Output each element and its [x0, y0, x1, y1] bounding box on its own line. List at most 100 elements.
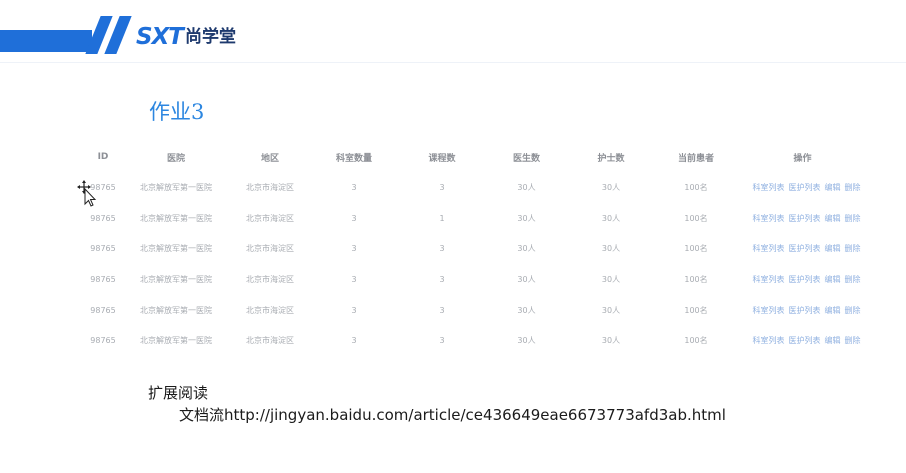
column-header-department-count: 科室数量 — [335, 153, 372, 164]
cell-course-count: 1 — [439, 213, 445, 223]
cell-doctor-count: 30人 — [517, 244, 536, 254]
cell-hospital-link[interactable]: 北京解放军第一医院 — [120, 325, 232, 356]
delete-link[interactable]: 删除 — [845, 214, 861, 223]
column-header-region: 地区 — [260, 153, 279, 164]
cell-hospital-link[interactable]: 北京解放军第一医院 — [120, 203, 232, 234]
cell-id: 98765 — [90, 305, 116, 315]
delete-link[interactable]: 删除 — [845, 336, 861, 345]
header-divider — [0, 62, 906, 63]
cell-actions: 科室列表 医护列表 编辑 删除 — [739, 233, 866, 264]
page-title: 作业3 — [149, 100, 205, 124]
column-header-actions: 操作 — [793, 153, 812, 164]
cell-region: 北京市海淀区 — [246, 305, 294, 315]
cell-region: 北京市海淀区 — [246, 182, 294, 192]
hospital-table: ID 医院 地区 科室数量 课程数 医生数 护士数 当前患者 操作 98765 … — [86, 142, 866, 356]
column-header-nurse-count: 护士数 — [597, 153, 625, 164]
cell-nurse-count: 30人 — [601, 305, 621, 315]
department-list-link[interactable]: 科室列表 — [753, 275, 785, 284]
cell-id: 98765 — [90, 336, 116, 346]
delete-link[interactable]: 删除 — [845, 275, 861, 284]
cell-department-count: 3 — [351, 274, 357, 284]
staff-list-link[interactable]: 医护列表 — [789, 214, 821, 223]
table-header-row: ID 医院 地区 科室数量 课程数 医生数 护士数 当前患者 操作 — [86, 142, 866, 172]
cell-department-count: 3 — [351, 213, 357, 223]
department-list-link[interactable]: 科室列表 — [753, 214, 785, 223]
cell-nurse-count: 30人 — [601, 182, 621, 192]
cell-hospital-link[interactable]: 北京解放军第一医院 — [120, 172, 232, 203]
logo-text: 尚学堂 — [185, 27, 236, 47]
staff-list-link[interactable]: 医护列表 — [789, 336, 821, 345]
column-header-hospital: 医院 — [166, 153, 185, 164]
cell-current-patients: 100名 — [684, 336, 708, 346]
cell-nurse-count: 30人 — [601, 244, 621, 254]
table-row: 98765 北京解放军第一医院 北京市海淀区 3 3 30人 30人 100名 … — [86, 172, 866, 203]
extended-reading-prefix: 文档流 — [179, 406, 225, 424]
cell-hospital-link[interactable]: 北京解放军第一医院 — [120, 295, 232, 326]
cell-actions: 科室列表 医护列表 编辑 删除 — [739, 203, 866, 234]
department-list-link[interactable]: 科室列表 — [753, 244, 785, 253]
department-list-link[interactable]: 科室列表 — [753, 306, 785, 315]
column-header-course-count: 课程数 — [428, 153, 456, 164]
cell-current-patients: 100名 — [684, 274, 708, 284]
column-header-doctor-count: 医生数 — [512, 153, 540, 164]
edit-link[interactable]: 编辑 — [825, 336, 841, 345]
cell-hospital-link[interactable]: 北京解放军第一医院 — [120, 233, 232, 264]
extended-reading-link[interactable]: http://jingyan.baidu.com/article/ce43664… — [224, 406, 726, 424]
cell-course-count: 3 — [439, 274, 445, 284]
cell-region: 北京市海淀区 — [246, 213, 294, 223]
extended-reading-item: 文档流http://jingyan.baidu.com/article/ce43… — [179, 404, 726, 425]
cell-region: 北京市海淀区 — [246, 244, 294, 254]
cell-current-patients: 100名 — [684, 244, 708, 254]
cell-id: 98765 — [90, 274, 116, 284]
staff-list-link[interactable]: 医护列表 — [789, 183, 821, 192]
cell-actions: 科室列表 医护列表 编辑 删除 — [739, 172, 866, 203]
staff-list-link[interactable]: 医护列表 — [789, 275, 821, 284]
header-band — [0, 30, 92, 52]
department-list-link[interactable]: 科室列表 — [753, 336, 785, 345]
cell-actions: 科室列表 医护列表 编辑 删除 — [739, 264, 866, 295]
delete-link[interactable]: 删除 — [845, 183, 861, 192]
cell-department-count: 3 — [351, 336, 357, 346]
cell-actions: 科室列表 医护列表 编辑 删除 — [739, 295, 866, 326]
cell-nurse-count: 30人 — [601, 213, 621, 223]
extended-reading-title: 扩展阅读 — [148, 384, 209, 402]
cell-department-count: 3 — [351, 305, 357, 315]
cell-doctor-count: 30人 — [517, 336, 536, 346]
cell-nurse-count: 30人 — [601, 274, 621, 284]
staff-list-link[interactable]: 医护列表 — [789, 306, 821, 315]
edit-link[interactable]: 编辑 — [825, 275, 841, 284]
cell-department-count: 3 — [351, 182, 357, 192]
brand-logo: SXT 尚学堂 — [136, 24, 236, 50]
table-row: 98765 北京解放军第一医院 北京市海淀区 3 3 30人 30人 100名 … — [86, 325, 866, 356]
cell-course-count: 3 — [439, 244, 445, 254]
cell-doctor-count: 30人 — [517, 305, 536, 315]
cell-actions: 科室列表 医护列表 编辑 删除 — [739, 325, 866, 356]
cell-nurse-count: 30人 — [601, 336, 621, 346]
cell-doctor-count: 30人 — [517, 274, 536, 284]
staff-list-link[interactable]: 医护列表 — [789, 244, 821, 253]
delete-link[interactable]: 删除 — [845, 244, 861, 253]
table-row: 98765 北京解放军第一医院 北京市海淀区 3 1 30人 30人 100名 … — [86, 203, 866, 234]
edit-link[interactable]: 编辑 — [825, 244, 841, 253]
cell-current-patients: 100名 — [684, 305, 708, 315]
cell-region: 北京市海淀区 — [246, 336, 294, 346]
table-row: 98765 北京解放军第一医院 北京市海淀区 3 3 30人 30人 100名 … — [86, 295, 866, 326]
edit-link[interactable]: 编辑 — [825, 183, 841, 192]
cell-doctor-count: 30人 — [517, 213, 536, 223]
column-header-id: ID — [97, 152, 109, 162]
delete-link[interactable]: 删除 — [845, 306, 861, 315]
cell-course-count: 3 — [439, 305, 445, 315]
department-list-link[interactable]: 科室列表 — [753, 183, 785, 192]
edit-link[interactable]: 编辑 — [825, 214, 841, 223]
cell-id: 98765 — [90, 244, 116, 254]
cell-hospital-link[interactable]: 北京解放军第一医院 — [120, 264, 232, 295]
cell-course-count: 3 — [439, 182, 445, 192]
cell-region: 北京市海淀区 — [246, 274, 294, 284]
cell-current-patients: 100名 — [684, 182, 708, 192]
edit-link[interactable]: 编辑 — [825, 306, 841, 315]
cell-current-patients: 100名 — [684, 213, 708, 223]
table-row: 98765 北京解放军第一医院 北京市海淀区 3 3 30人 30人 100名 … — [86, 264, 866, 295]
cell-course-count: 3 — [439, 336, 445, 346]
column-header-current-patients: 当前患者 — [677, 153, 714, 164]
cell-department-count: 3 — [351, 244, 357, 254]
